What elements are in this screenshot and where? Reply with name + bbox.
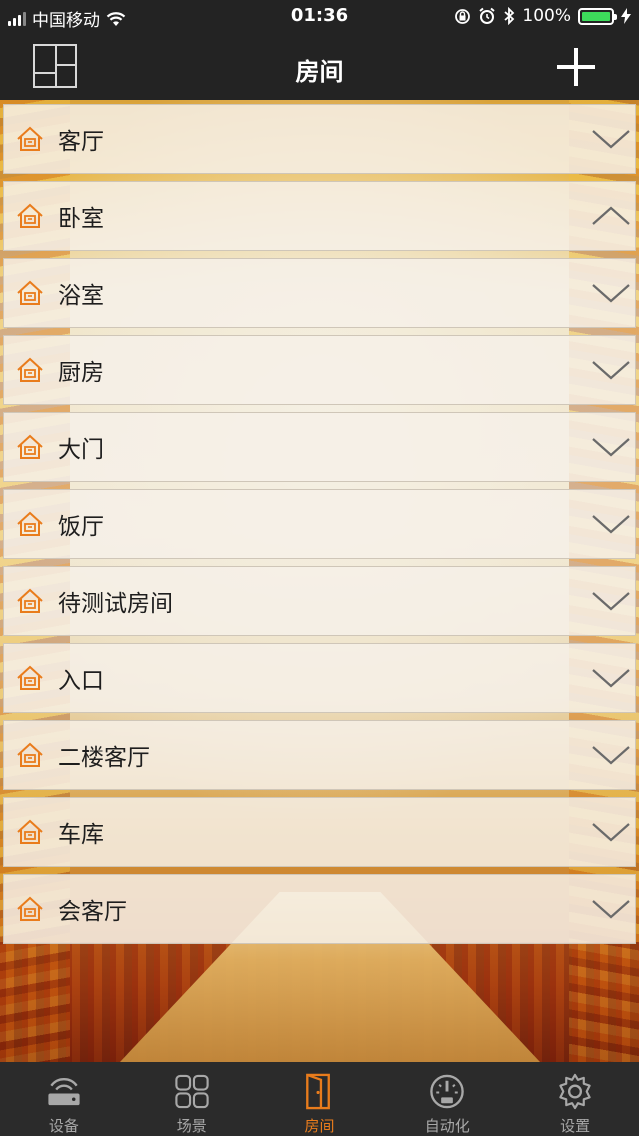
chevron-down-icon[interactable] bbox=[591, 820, 631, 844]
house-icon bbox=[17, 511, 43, 536]
bluetooth-icon bbox=[504, 7, 515, 25]
chevron-down-icon[interactable] bbox=[591, 743, 631, 767]
room-name: 卧室 bbox=[58, 206, 104, 232]
room-row-garage[interactable]: 车库 bbox=[3, 797, 636, 867]
room-row-living-room[interactable]: 客厅 bbox=[3, 104, 636, 174]
room-row-entrance[interactable]: 入口 bbox=[3, 643, 636, 713]
house-icon bbox=[17, 280, 43, 305]
room-row-front-door[interactable]: 大门 bbox=[3, 412, 636, 482]
status-bar: 中国移动 01:36 100% bbox=[0, 0, 639, 32]
house-icon bbox=[17, 588, 43, 613]
chevron-down-icon[interactable] bbox=[591, 512, 631, 536]
grid-icon bbox=[175, 1074, 209, 1109]
charging-bolt-icon bbox=[621, 8, 631, 24]
room-row-reception-room[interactable]: 会客厅 bbox=[3, 874, 636, 944]
tab-label: 设置 bbox=[560, 1117, 591, 1135]
tab-devices[interactable]: 设备 bbox=[0, 1062, 128, 1136]
router-icon bbox=[48, 1078, 80, 1106]
room-row-dining-room[interactable]: 饭厅 bbox=[3, 489, 636, 559]
chevron-down-icon[interactable] bbox=[591, 127, 631, 151]
chevron-down-icon[interactable] bbox=[591, 358, 631, 382]
room-row-bathroom[interactable]: 浴室 bbox=[3, 258, 636, 328]
room-row-second-floor-living-room[interactable]: 二楼客厅 bbox=[3, 720, 636, 790]
house-icon bbox=[17, 126, 43, 151]
chevron-up-icon[interactable] bbox=[591, 204, 631, 228]
page-title: 房间 bbox=[295, 58, 344, 86]
room-name: 饭厅 bbox=[58, 514, 104, 540]
tab-rooms[interactable]: 房间 bbox=[256, 1062, 384, 1136]
tab-label: 场景 bbox=[176, 1117, 207, 1135]
room-row-bedroom[interactable]: 卧室 bbox=[3, 181, 636, 251]
room-name: 客厅 bbox=[58, 129, 104, 155]
room-row-test-room[interactable]: 待测试房间 bbox=[3, 566, 636, 636]
tab-label: 房间 bbox=[304, 1117, 335, 1135]
house-icon bbox=[17, 357, 43, 382]
tab-bar: 设备 场景 房间 自动化 设置 bbox=[0, 1062, 639, 1136]
room-name: 二楼客厅 bbox=[58, 745, 150, 771]
room-name: 厨房 bbox=[58, 360, 104, 386]
alarm-clock-icon bbox=[479, 7, 496, 24]
room-name: 车库 bbox=[58, 822, 104, 848]
house-icon bbox=[17, 665, 43, 690]
chevron-down-icon[interactable] bbox=[591, 435, 631, 459]
house-icon bbox=[17, 203, 43, 228]
tab-label: 自动化 bbox=[424, 1117, 470, 1135]
chevron-down-icon[interactable] bbox=[591, 589, 631, 613]
tab-settings[interactable]: 设置 bbox=[511, 1062, 639, 1136]
house-icon bbox=[17, 742, 43, 767]
house-icon bbox=[17, 819, 43, 844]
battery-icon bbox=[578, 7, 617, 25]
house-icon bbox=[17, 896, 43, 921]
door-icon bbox=[306, 1073, 331, 1110]
navigation-bar: 房间 bbox=[0, 32, 639, 100]
gear-icon bbox=[559, 1073, 591, 1110]
room-name: 入口 bbox=[58, 668, 104, 694]
tab-label: 设备 bbox=[48, 1117, 79, 1135]
room-row-kitchen[interactable]: 厨房 bbox=[3, 335, 636, 405]
add-room-button[interactable] bbox=[555, 46, 597, 88]
chevron-down-icon[interactable] bbox=[591, 281, 631, 305]
room-name: 浴室 bbox=[58, 283, 104, 309]
chevron-down-icon[interactable] bbox=[591, 666, 631, 690]
room-name: 会客厅 bbox=[58, 899, 127, 925]
house-icon bbox=[17, 434, 43, 459]
rotation-lock-icon bbox=[455, 8, 471, 24]
tab-scenes[interactable]: 场景 bbox=[128, 1062, 256, 1136]
room-name: 大门 bbox=[58, 437, 104, 463]
room-name: 待测试房间 bbox=[58, 591, 173, 617]
chevron-down-icon[interactable] bbox=[591, 897, 631, 921]
gauge-icon bbox=[430, 1074, 465, 1109]
battery-percent: 100% bbox=[522, 6, 571, 26]
tab-automation[interactable]: 自动化 bbox=[383, 1062, 511, 1136]
